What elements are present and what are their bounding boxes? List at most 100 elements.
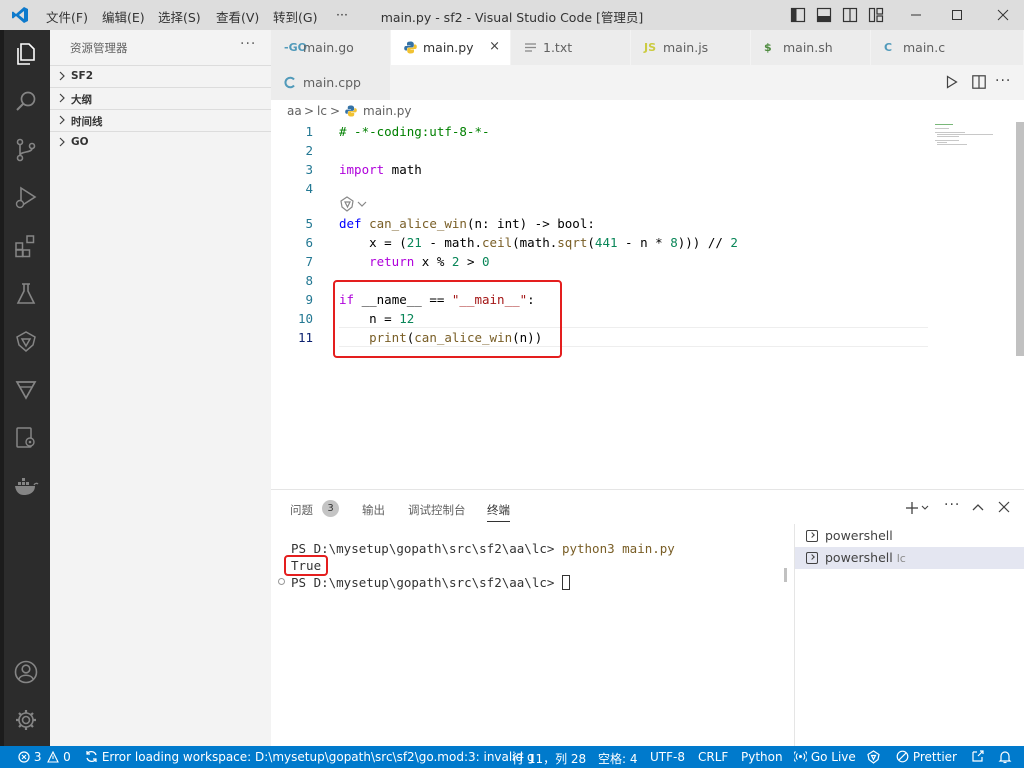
testing-flask-icon[interactable]: [13, 281, 39, 307]
language-mode-status[interactable]: Python: [741, 750, 783, 764]
text-file-icon: [525, 42, 536, 53]
tab-main-js[interactable]: JS main.js: [631, 30, 751, 65]
menu-edit[interactable]: 编辑(E): [102, 7, 145, 26]
menu-view[interactable]: 查看(V): [216, 7, 259, 26]
toggle-primary-sidebar-icon[interactable]: [790, 7, 806, 23]
terminal-cursor: [561, 575, 570, 590]
tab-main-py[interactable]: main.py ×: [391, 30, 511, 65]
toggle-panel-icon[interactable]: [816, 7, 832, 23]
breadcrumb-separator: >: [304, 104, 315, 118]
run-debug-icon[interactable]: [13, 185, 39, 211]
eol-status[interactable]: CRLF: [698, 750, 728, 764]
section-outline[interactable]: 大纲: [50, 87, 271, 109]
live-share-icon[interactable]: [970, 750, 985, 764]
menu-selection[interactable]: 选择(S): [158, 7, 201, 26]
code-line-6: x = (21 - math.ceil(math.sqrt(441 - n * …: [339, 235, 738, 250]
account-icon[interactable]: [13, 659, 39, 685]
panel-more-icon[interactable]: ···: [944, 497, 960, 513]
editor-scrollbar[interactable]: [1016, 122, 1024, 356]
terminal-line-1: PS D:\mysetup\gopath\src\sf2\aa\lc> pyth…: [291, 541, 675, 556]
go-live-status[interactable]: Go Live: [794, 750, 856, 764]
maximize-panel-icon[interactable]: [972, 502, 984, 512]
tab-problems[interactable]: 问题: [290, 502, 313, 518]
terminal-icon: [806, 530, 818, 542]
menu-go[interactable]: 转到(G): [273, 7, 317, 26]
toggle-secondary-sidebar-icon[interactable]: [842, 7, 858, 23]
workspace-error-status[interactable]: Error loading workspace: D:\mysetup\gopa…: [85, 750, 535, 764]
docker-icon[interactable]: [13, 473, 39, 499]
encoding-status[interactable]: UTF-8: [650, 750, 685, 764]
window-edge: [0, 30, 4, 746]
code-line-7: return x % 2 > 0: [339, 254, 490, 269]
line-number: 4: [305, 181, 313, 196]
breadcrumb-file[interactable]: main.py: [363, 104, 412, 118]
close-tab-icon[interactable]: ×: [489, 39, 500, 54]
section-label: SF2: [71, 70, 94, 82]
maximize-icon[interactable]: [951, 7, 963, 23]
cursor-position-status[interactable]: 行 11，列 28: [512, 750, 586, 767]
tab-main-go[interactable]: -GO main.go: [271, 30, 391, 65]
close-panel-icon[interactable]: [998, 501, 1010, 513]
minimize-icon[interactable]: [910, 7, 922, 23]
terminal-item[interactable]: powershell: [795, 525, 1024, 547]
codegeex-icon[interactable]: [13, 329, 39, 355]
prettier-status[interactable]: Prettier: [896, 750, 957, 764]
extensions-icon[interactable]: [13, 233, 39, 259]
gitlens-triangle-icon[interactable]: [13, 377, 39, 403]
more-actions-icon[interactable]: ···: [995, 73, 1011, 89]
minimap[interactable]: [933, 122, 1011, 182]
code-line-5: def can_alice_win(n: int) -> bool:: [339, 216, 595, 231]
line-number: 8: [305, 273, 313, 288]
code-editor[interactable]: 1 2 3 4 5 6 7 8 9 10 11 # -*-coding:utf-…: [271, 122, 1024, 489]
tab-terminal[interactable]: 终端: [487, 502, 510, 522]
customize-layout-icon[interactable]: [868, 7, 884, 23]
explorer-icon[interactable]: [13, 41, 39, 67]
split-editor-icon[interactable]: [972, 75, 986, 89]
menu-more[interactable]: ···: [336, 7, 348, 22]
tab-main-cpp[interactable]: main.cpp: [271, 65, 391, 100]
breadcrumb-folder-aa[interactable]: aa: [287, 104, 302, 118]
section-go[interactable]: GO: [50, 131, 271, 153]
breadcrumb: aa > lc > main.py: [271, 100, 1024, 122]
remote-explorer-icon[interactable]: [13, 425, 39, 451]
vscode-logo-icon[interactable]: [11, 6, 29, 24]
breadcrumb-folder-lc[interactable]: lc: [317, 104, 327, 118]
errors-status[interactable]: 3 0: [18, 750, 71, 764]
tab-debug-console[interactable]: 调试控制台: [408, 502, 466, 518]
indentation-status[interactable]: 空格: 4: [598, 750, 638, 767]
close-window-icon[interactable]: [997, 7, 1009, 23]
tab-label: main.sh: [783, 40, 833, 55]
notifications-bell-icon[interactable]: [998, 750, 1012, 764]
warning-icon: [47, 751, 60, 763]
title-bar: 文件(F) 编辑(E) 选择(S) 查看(V) 转到(G) ··· main.p…: [0, 0, 1024, 30]
terminal-item-selected[interactable]: powershell lc: [795, 547, 1024, 569]
menu-file[interactable]: 文件(F): [46, 7, 88, 26]
source-control-icon[interactable]: [13, 137, 39, 163]
section-label: 时间线: [71, 116, 103, 128]
tab-label: main.c: [903, 40, 946, 55]
new-terminal-icon[interactable]: [905, 501, 929, 515]
codegeex-lens-icon[interactable]: [339, 196, 369, 212]
highlight-box-output: [284, 555, 328, 576]
terminal-item-label: powershell: [825, 528, 893, 543]
search-icon[interactable]: [13, 89, 39, 115]
tab-output[interactable]: 输出: [362, 502, 385, 518]
section-timeline[interactable]: 时间线: [50, 109, 271, 131]
tab-main-sh[interactable]: $ main.sh: [751, 30, 871, 65]
terminal-line-3[interactable]: PS D:\mysetup\gopath\src\sf2\aa\lc>: [291, 575, 570, 590]
breadcrumb-separator: >: [330, 104, 341, 118]
section-sf2[interactable]: SF2: [50, 65, 271, 87]
chevron-right-icon: [58, 137, 66, 147]
run-file-icon[interactable]: [946, 75, 958, 89]
codegeex-status-icon[interactable]: [866, 750, 881, 764]
terminal-icon: [806, 552, 818, 564]
terminal-scrollbar[interactable]: [784, 568, 787, 582]
python-file-icon: [345, 105, 357, 117]
manage-gear-icon[interactable]: [13, 707, 39, 733]
sidebar-more-actions[interactable]: ···: [240, 36, 256, 52]
chevron-right-icon: [58, 71, 66, 81]
js-file-icon: JS: [644, 41, 657, 54]
prettier-block-icon: [896, 750, 909, 763]
tab-1-txt[interactable]: 1.txt: [511, 30, 631, 65]
tab-main-c[interactable]: C main.c: [871, 30, 1024, 65]
